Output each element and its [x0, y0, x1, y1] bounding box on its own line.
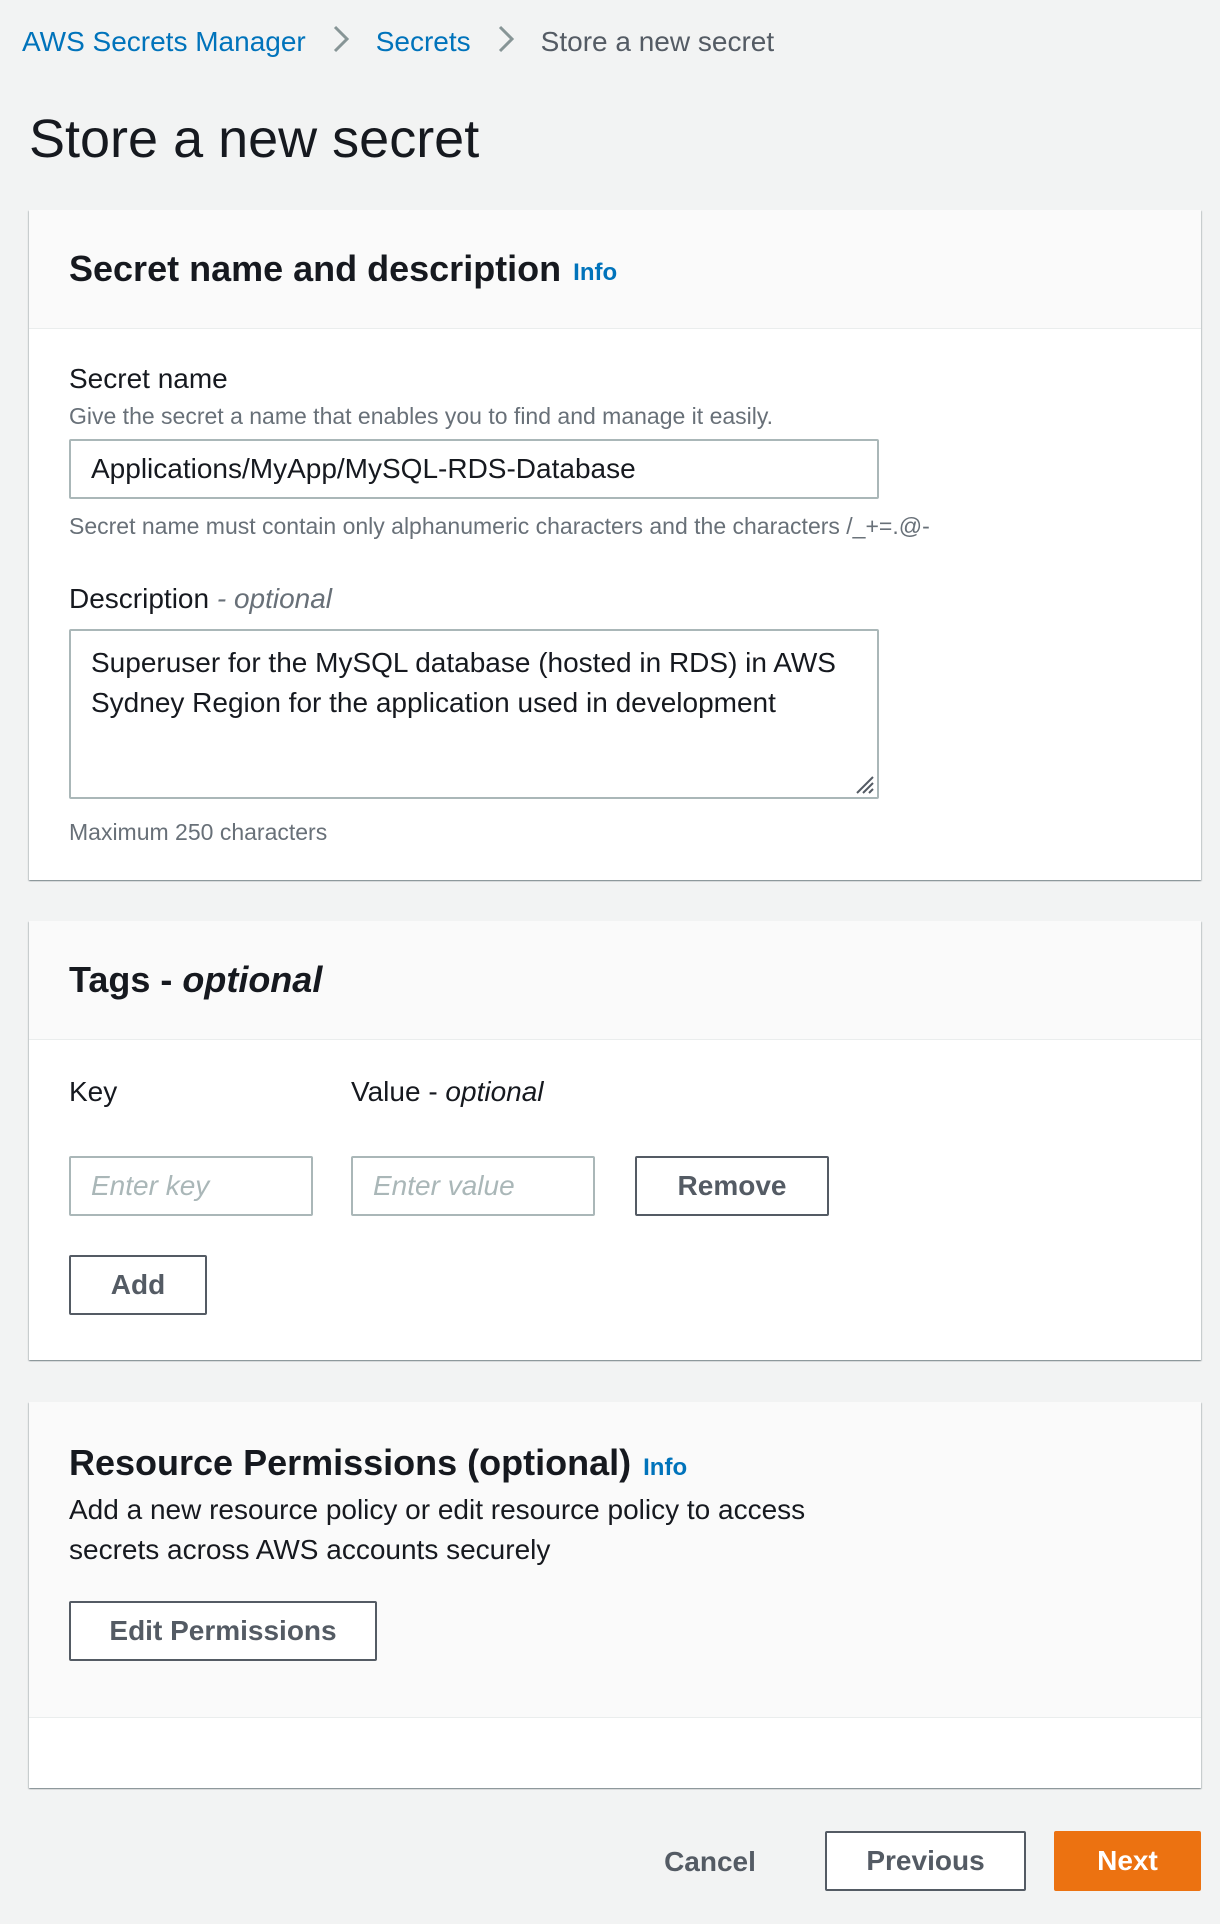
description-label-text: Description — [69, 583, 210, 614]
tags-panel-header: Tags - optional — [29, 921, 1201, 1040]
breadcrumb-current: Store a new secret — [540, 26, 775, 57]
breadcrumb-link-secrets-manager[interactable]: AWS Secrets Manager — [22, 26, 306, 58]
breadcrumb: AWS Secrets Manager Secrets Store a new … — [22, 22, 774, 62]
chevron-right-icon — [332, 25, 350, 59]
permissions-description: Add a new resource policy or edit resour… — [69, 1494, 806, 1565]
tags-title-text: Tags - — [69, 959, 183, 1000]
tag-value-optional: optional — [445, 1076, 544, 1107]
secret-name-description: Give the secret a name that enables you … — [69, 403, 774, 429]
edit-permissions-button[interactable]: Edit Permissions — [69, 1601, 377, 1661]
secret-name-constraint: Secret name must contain only alphanumer… — [69, 513, 930, 539]
permissions-info-link[interactable]: Info — [643, 1454, 687, 1482]
tag-value-label-text: Value - — [351, 1076, 446, 1107]
breadcrumb-link-secrets[interactable]: Secrets — [376, 26, 471, 58]
cancel-button[interactable]: Cancel — [652, 1832, 768, 1892]
tags-panel: Tags - optional Key Value - optional Rem… — [29, 921, 1201, 1360]
page-title: Store a new secret — [29, 109, 480, 169]
resize-grip-icon[interactable] — [853, 773, 875, 795]
remove-tag-button[interactable]: Remove — [635, 1156, 829, 1216]
permissions-title-text: Resource Permissions (optional) — [69, 1442, 632, 1483]
permissions-panel-title: Resource Permissions (optional) Info — [69, 1442, 687, 1484]
add-tag-button[interactable]: Add — [69, 1255, 207, 1315]
next-button[interactable]: Next — [1054, 1831, 1201, 1891]
tags-title-optional: optional — [182, 959, 323, 1000]
description-label: Description - optional — [69, 583, 332, 615]
secret-info-link[interactable]: Info — [573, 259, 617, 287]
tag-value-input[interactable] — [351, 1156, 595, 1216]
secret-name-label: Secret name — [69, 363, 228, 394]
secret-name-input[interactable] — [69, 439, 879, 499]
tag-key-input[interactable] — [69, 1156, 313, 1216]
description-optional: - optional — [216, 583, 333, 614]
tag-value-label: Value - optional — [351, 1076, 544, 1108]
previous-button[interactable]: Previous — [825, 1831, 1026, 1891]
tags-panel-title: Tags - optional — [69, 959, 322, 1001]
secret-panel-title: Secret name and description — [69, 248, 562, 289]
tag-key-label: Key — [69, 1076, 118, 1107]
resource-permissions-panel: Resource Permissions (optional) Info Add… — [29, 1402, 1201, 1788]
secret-panel-header: Secret name and description Info — [29, 210, 1201, 329]
chevron-right-icon — [497, 25, 515, 59]
secret-name-panel: Secret name and description Info Secret … — [29, 210, 1201, 880]
permissions-panel-header: Resource Permissions (optional) Info Add… — [29, 1402, 1201, 1718]
description-textarea[interactable]: Superuser for the MySQL database (hosted… — [69, 629, 879, 799]
description-constraint: Maximum 250 characters — [69, 819, 328, 845]
